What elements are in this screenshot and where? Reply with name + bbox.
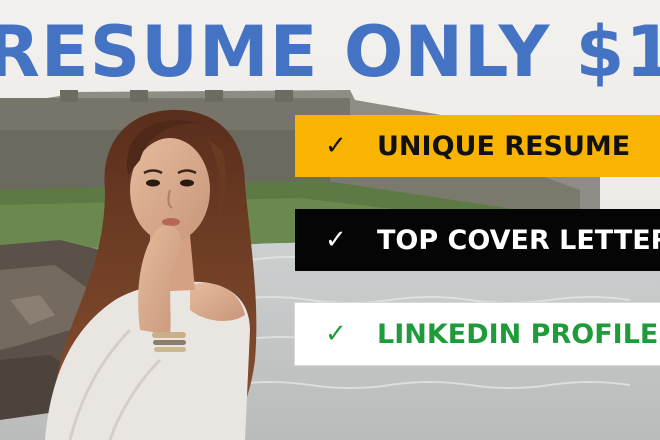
badge-linkedin-profile: ✓ LINKEDIN PROFILE xyxy=(295,303,660,365)
checkmark-icon: ✓ xyxy=(325,319,347,349)
badge-unique-resume: ✓ UNIQUE RESUME xyxy=(295,115,660,177)
badge-label: TOP COVER LETTER xyxy=(377,224,660,256)
checkmark-icon: ✓ xyxy=(325,225,347,255)
badge-label: LINKEDIN PROFILE xyxy=(377,318,659,350)
promo-banner: RESUME ONLY $10 ✓ UNIQUE RESUME ✓ TOP CO… xyxy=(0,0,660,440)
badge-top-cover-letter: ✓ TOP COVER LETTER xyxy=(295,209,660,271)
checkmark-icon: ✓ xyxy=(325,131,347,161)
headline-title: RESUME ONLY $10 xyxy=(0,11,660,93)
badge-label: UNIQUE RESUME xyxy=(377,130,631,162)
